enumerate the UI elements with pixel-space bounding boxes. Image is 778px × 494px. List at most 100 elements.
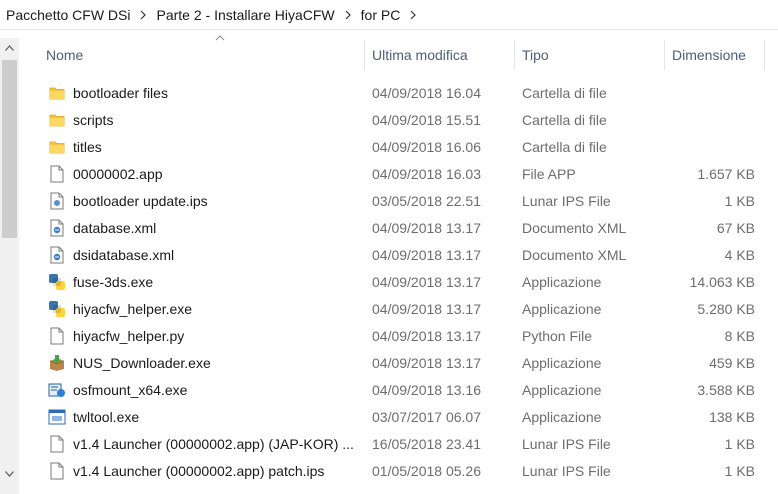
- folder-icon: [47, 79, 67, 106]
- file-row[interactable]: hiyacfw_helper.py 04/09/2018 13.17 Pytho…: [19, 322, 778, 349]
- python-exe-icon: [47, 268, 67, 295]
- file-date: 04/09/2018 13.16: [372, 381, 481, 398]
- file-size: [672, 79, 755, 106]
- file-name[interactable]: v1.4 Launcher (00000002.app) patch.ips: [73, 457, 363, 484]
- folder-icon: [47, 106, 67, 133]
- file-name[interactable]: bootloader update.ips: [73, 187, 363, 214]
- file-name[interactable]: fuse-3ds.exe: [73, 268, 363, 295]
- python-exe-icon: [47, 295, 67, 322]
- breadcrumb-item[interactable]: Pacchetto CFW DSi: [6, 7, 130, 23]
- file-size: [672, 133, 755, 160]
- file-name[interactable]: titles: [73, 133, 363, 160]
- file-row[interactable]: 00000002.app 04/09/2018 16.03 File APP 1…: [19, 160, 778, 187]
- file-row[interactable]: dsidatabase.xml 04/09/2018 13.17 Documen…: [19, 241, 778, 268]
- file-size: 4 KB: [724, 246, 755, 263]
- file-name[interactable]: 00000002.app: [73, 160, 363, 187]
- column-divider[interactable]: [764, 40, 765, 70]
- file-size: 5.280 KB: [697, 300, 755, 317]
- file-type: Lunar IPS File: [522, 462, 611, 479]
- file-row[interactable]: fuse-3ds.exe 04/09/2018 13.17 Applicazio…: [19, 268, 778, 295]
- file-name[interactable]: bootloader files: [73, 79, 363, 106]
- scroll-down-button[interactable]: [0, 464, 19, 484]
- file-name[interactable]: NUS_Downloader.exe: [73, 349, 363, 376]
- file-size: 459 KB: [709, 354, 755, 371]
- file-date: 04/09/2018 15.51: [372, 111, 481, 128]
- file-type: Python File: [522, 327, 593, 344]
- file-name[interactable]: hiyacfw_helper.py: [73, 322, 363, 349]
- file-name[interactable]: dsidatabase.xml: [73, 241, 363, 268]
- osfmount-exe-icon: [47, 376, 67, 403]
- xml-file-icon: [47, 214, 67, 241]
- file-type: Cartella di file: [522, 111, 607, 128]
- file-size: 14.063 KB: [689, 273, 755, 290]
- breadcrumb-item[interactable]: for PC: [361, 7, 401, 23]
- file-row[interactable]: twltool.exe 03/07/2017 06.07 Applicazion…: [19, 403, 778, 430]
- file-type: Documento XML: [522, 246, 627, 263]
- file-row[interactable]: titles 04/09/2018 16.06 Cartella di file: [19, 133, 778, 160]
- folder-icon: [47, 133, 67, 160]
- file-type: Applicazione: [522, 381, 602, 398]
- file-date: 04/09/2018 13.17: [372, 300, 481, 317]
- file-row[interactable]: osfmount_x64.exe 04/09/2018 13.16 Applic…: [19, 376, 778, 403]
- window-exe-icon: [47, 403, 67, 430]
- breadcrumb-item[interactable]: Parte 2 - Installare HiyaCFW: [156, 7, 334, 23]
- chevron-right-icon[interactable]: [409, 10, 417, 20]
- file-date: 03/05/2018 22.51: [372, 192, 481, 209]
- column-size[interactable]: Dimensione: [664, 38, 764, 72]
- file-type: Lunar IPS File: [522, 435, 611, 452]
- file-row[interactable]: v1.4 Launcher (00000002.app) (JAP-KOR) .…: [19, 430, 778, 457]
- file-type: Cartella di file: [522, 84, 607, 101]
- file-size: 8 KB: [724, 327, 755, 344]
- file-size: 3.588 KB: [697, 381, 755, 398]
- file-name[interactable]: scripts: [73, 106, 363, 133]
- file-name[interactable]: database.xml: [73, 214, 363, 241]
- scroll-thumb[interactable]: [2, 60, 17, 238]
- breadcrumb: Pacchetto CFW DSi Parte 2 - Installare H…: [0, 0, 778, 30]
- file-type: Applicazione: [522, 300, 602, 317]
- file-size: 138 KB: [709, 408, 755, 425]
- chevron-right-icon[interactable]: [344, 10, 352, 20]
- file-icon: [47, 160, 67, 187]
- file-name[interactable]: twltool.exe: [73, 403, 363, 430]
- file-date: 04/09/2018 16.06: [372, 138, 481, 155]
- vertical-scrollbar[interactable]: [0, 38, 19, 494]
- file-size: [672, 106, 755, 133]
- file-row[interactable]: database.xml 04/09/2018 13.17 Documento …: [19, 214, 778, 241]
- xml-file-icon: [47, 241, 67, 268]
- caret-up-icon: [5, 45, 14, 51]
- file-type: Applicazione: [522, 354, 602, 371]
- column-name[interactable]: Nome: [38, 38, 364, 72]
- file-size: 67 KB: [716, 219, 755, 236]
- file-row[interactable]: bootloader files 04/09/2018 16.04 Cartel…: [19, 79, 778, 106]
- file-size: 1 KB: [724, 462, 755, 479]
- file-name[interactable]: hiyacfw_helper.exe: [73, 295, 363, 322]
- file-date: 04/09/2018 13.17: [372, 354, 481, 371]
- file-type: Applicazione: [522, 408, 602, 425]
- file-size: 1.657 KB: [697, 165, 755, 182]
- file-date: 04/09/2018 16.04: [372, 84, 481, 101]
- scroll-up-button[interactable]: [0, 38, 19, 58]
- file-name[interactable]: v1.4 Launcher (00000002.app) (JAP-KOR) .…: [73, 430, 363, 457]
- file-type: Documento XML: [522, 219, 627, 236]
- file-type: Cartella di file: [522, 138, 607, 155]
- file-icon: [47, 322, 67, 349]
- ips-file-icon: [47, 187, 67, 214]
- file-type: Applicazione: [522, 273, 602, 290]
- file-row[interactable]: hiyacfw_helper.exe 04/09/2018 13.17 Appl…: [19, 295, 778, 322]
- column-type[interactable]: Tipo: [514, 38, 664, 72]
- file-date: 16/05/2018 23.41: [372, 435, 481, 452]
- chevron-right-icon[interactable]: [139, 10, 147, 20]
- file-date: 04/09/2018 13.17: [372, 273, 481, 290]
- file-date: 04/09/2018 13.17: [372, 219, 481, 236]
- caret-down-icon: [5, 471, 14, 477]
- file-row[interactable]: bootloader update.ips 03/05/2018 22.51 L…: [19, 187, 778, 214]
- column-date[interactable]: Ultima modifica: [364, 38, 514, 72]
- file-row[interactable]: v1.4 Launcher (00000002.app) patch.ips 0…: [19, 457, 778, 484]
- file-date: 04/09/2018 16.03: [372, 165, 481, 182]
- file-name[interactable]: osfmount_x64.exe: [73, 376, 363, 403]
- file-size: 1 KB: [724, 435, 755, 452]
- file-row[interactable]: scripts 04/09/2018 15.51 Cartella di fil…: [19, 106, 778, 133]
- file-date: 01/05/2018 05.26: [372, 462, 481, 479]
- file-row[interactable]: NUS_Downloader.exe 04/09/2018 13.17 Appl…: [19, 349, 778, 376]
- file-date: 03/07/2017 06.07: [372, 408, 481, 425]
